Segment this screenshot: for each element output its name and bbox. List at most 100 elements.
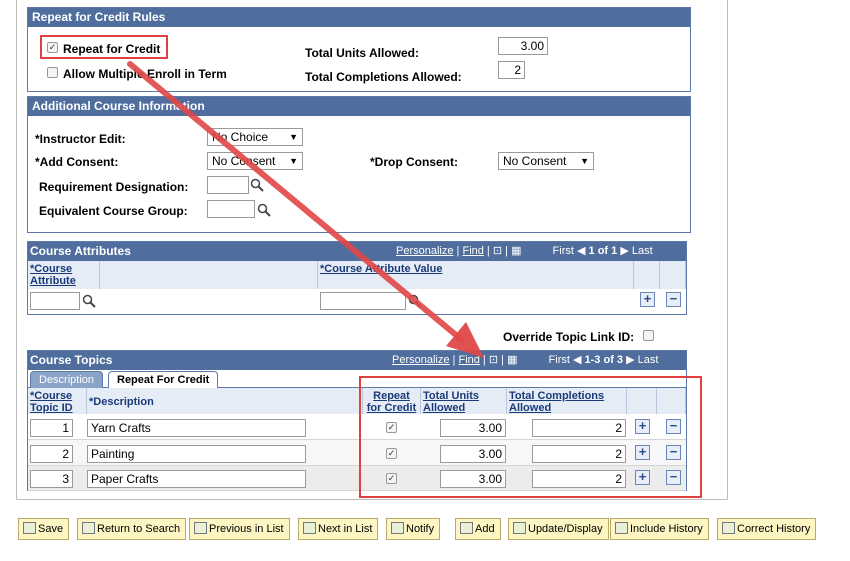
correct-history-button[interactable]: Correct History — [717, 518, 817, 540]
save-label: Save — [38, 523, 64, 535]
view-all-icon[interactable]: ⊡ — [489, 354, 498, 366]
col-course-attribute-value[interactable]: *Course Attribute Value — [318, 261, 634, 289]
dropdown-arrow-icon: ▼ — [289, 156, 298, 166]
first-label: First — [552, 245, 574, 257]
previous-in-list-label: Previous in List — [209, 523, 284, 535]
add-icon — [460, 522, 473, 534]
delete-row-button[interactable]: − — [666, 292, 681, 307]
highlight-repeat-for-credit — [40, 35, 168, 59]
instructor-edit-select[interactable]: No Choice ▼ — [207, 128, 303, 146]
col-course-attribute[interactable]: *Course Attribute — [28, 261, 100, 289]
add-row-button[interactable]: + — [640, 292, 655, 307]
update-display-icon — [513, 522, 526, 534]
override-topic-link-checkbox[interactable] — [643, 330, 654, 341]
add-consent-select[interactable]: No Consent ▼ — [207, 152, 303, 170]
topic-id-input[interactable]: 1 — [30, 419, 73, 437]
col-add — [634, 261, 660, 289]
grid-nav: Personalize | Find | ⊡ | ▦ First ◀ 1 of … — [396, 245, 653, 257]
override-topic-link-label: Override Topic Link ID: — [503, 330, 635, 344]
previous-icon — [194, 522, 207, 534]
save-button[interactable]: Save — [18, 518, 70, 540]
add-consent-label: *Add Consent: — [35, 155, 119, 169]
topic-id-input[interactable]: 2 — [30, 445, 73, 463]
add-button[interactable]: Add — [455, 518, 501, 540]
dropdown-arrow-icon: ▼ — [289, 132, 298, 142]
equivalent-course-group-input[interactable] — [207, 200, 255, 218]
next-in-list-label: Next in List — [318, 523, 373, 535]
search-icon[interactable] — [250, 178, 264, 192]
topic-id-input[interactable]: 3 — [30, 470, 73, 488]
search-icon[interactable] — [257, 203, 271, 217]
next-arrow-icon[interactable]: ▶ — [620, 245, 628, 257]
find-link[interactable]: Find — [462, 245, 483, 257]
tab-repeat-for-credit[interactable]: Repeat For Credit — [108, 371, 219, 388]
topic-description-input[interactable]: Paper Crafts — [87, 470, 306, 488]
include-history-icon — [615, 522, 628, 534]
requirement-designation-input[interactable] — [207, 176, 249, 194]
allow-multiple-label: Allow Multiple Enroll in Term — [63, 67, 227, 81]
total-units-input[interactable]: 3.00 — [498, 37, 548, 55]
total-units-label: Total Units Allowed: — [305, 46, 419, 60]
update-display-label: Update/Display — [528, 523, 603, 535]
grid-nav: Personalize | Find | ⊡ | ▦ First ◀ 1-3 o… — [392, 354, 659, 366]
course-attribute-value-input[interactable] — [320, 292, 406, 310]
instructor-edit-value: No Choice — [212, 130, 269, 144]
return-to-search-button[interactable]: Return to Search — [77, 518, 187, 540]
drop-consent-select[interactable]: No Consent ▼ — [498, 152, 594, 170]
highlight-repeat-columns — [359, 376, 702, 498]
search-icon[interactable] — [82, 294, 96, 308]
last-label: Last — [631, 245, 653, 257]
notify-icon — [391, 522, 404, 534]
include-history-label: Include History — [630, 523, 703, 535]
dropdown-arrow-icon: ▼ — [580, 156, 589, 166]
instructor-edit-label: *Instructor Edit: — [35, 132, 126, 146]
include-history-button[interactable]: Include History — [610, 518, 709, 540]
grid-title-text: Course Attributes — [30, 244, 131, 258]
return-to-search-label: Return to Search — [97, 523, 181, 535]
requirement-designation-label: Requirement Designation: — [39, 180, 189, 194]
search-icon — [82, 522, 95, 534]
allow-multiple-checkbox[interactable] — [47, 67, 58, 78]
total-completions-input[interactable]: 2 — [498, 61, 525, 79]
correct-history-label: Correct History — [737, 523, 811, 535]
drop-consent-label: *Drop Consent: — [370, 155, 458, 169]
save-icon — [23, 522, 36, 534]
topic-description-input[interactable]: Painting — [87, 445, 306, 463]
add-label: Add — [475, 523, 495, 535]
download-icon[interactable]: ▦ — [507, 354, 517, 366]
notify-label: Notify — [406, 523, 435, 535]
col-description[interactable]: *Description — [87, 388, 363, 414]
row-range: 1-3 of 3 — [584, 354, 624, 366]
col-delete — [660, 261, 686, 289]
personalize-link[interactable]: Personalize — [392, 354, 449, 366]
row-range: 1 of 1 — [588, 245, 618, 257]
correct-history-icon — [722, 522, 735, 534]
search-icon[interactable] — [408, 294, 422, 308]
next-in-list-button[interactable]: Next in List — [298, 518, 379, 540]
find-link[interactable]: Find — [458, 354, 479, 366]
equivalent-course-group-label: Equivalent Course Group: — [39, 204, 188, 218]
prev-arrow-icon[interactable]: ◀ — [573, 354, 581, 366]
col-spacer — [100, 261, 318, 289]
drop-consent-value: No Consent — [503, 154, 567, 168]
update-display-button[interactable]: Update/Display — [508, 518, 609, 540]
notify-button[interactable]: Notify — [386, 518, 441, 540]
first-label: First — [548, 354, 570, 366]
add-consent-value: No Consent — [212, 154, 276, 168]
section-title: Additional Course Information — [28, 97, 690, 116]
topic-description-input[interactable]: Yarn Crafts — [87, 419, 306, 437]
total-completions-label: Total Completions Allowed: — [305, 70, 462, 84]
section-title: Repeat for Credit Rules — [28, 8, 690, 27]
col-course-topic-id[interactable]: *Course Topic ID — [28, 388, 87, 414]
download-icon[interactable]: ▦ — [511, 245, 521, 257]
next-arrow-icon[interactable]: ▶ — [626, 354, 634, 366]
tab-description[interactable]: Description — [30, 371, 104, 388]
course-attribute-input[interactable] — [30, 292, 80, 310]
next-icon — [303, 522, 316, 534]
col-description-text: *Description — [89, 396, 154, 408]
grid-title-text: Course Topics — [30, 353, 113, 367]
view-all-icon[interactable]: ⊡ — [493, 245, 502, 257]
prev-arrow-icon[interactable]: ◀ — [577, 245, 585, 257]
previous-in-list-button[interactable]: Previous in List — [189, 518, 290, 540]
personalize-link[interactable]: Personalize — [396, 245, 453, 257]
